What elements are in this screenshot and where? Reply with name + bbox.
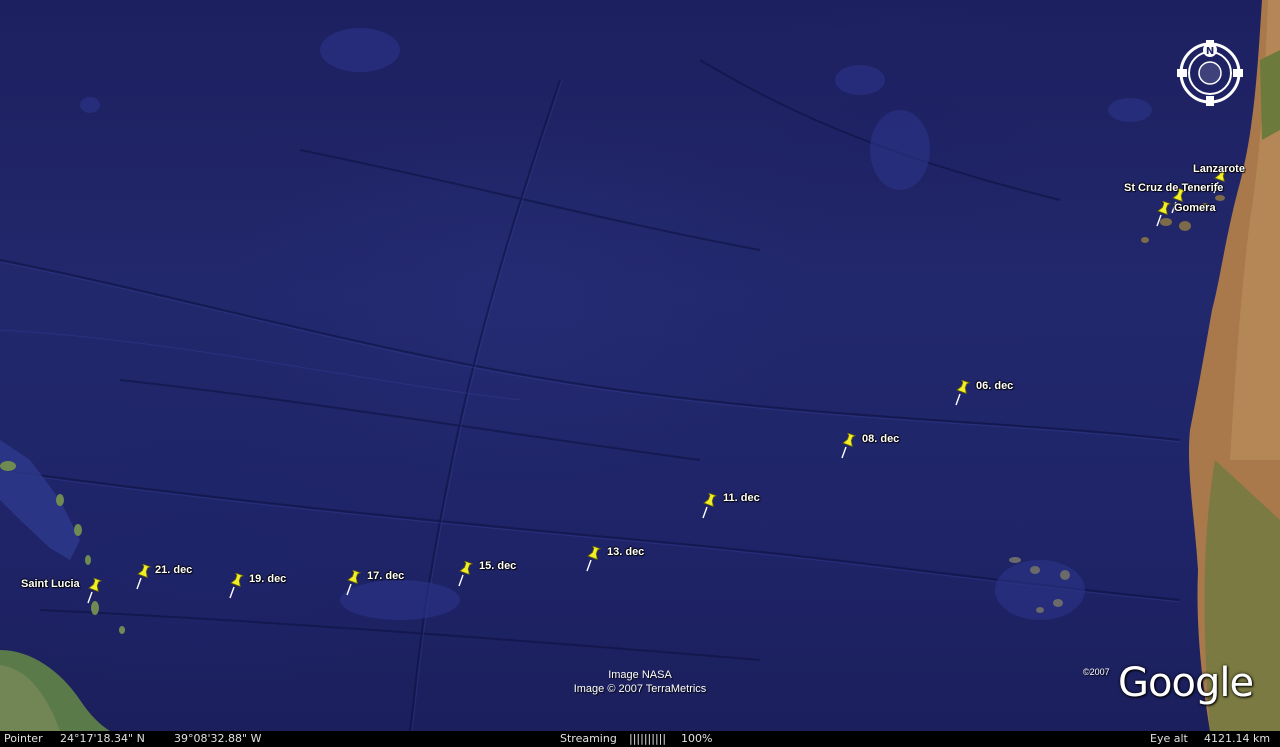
pushpin-icon[interactable] (457, 560, 477, 587)
credit-line-2: Image © 2007 TerraMetrics (573, 683, 707, 695)
ocean-floor (0, 0, 1280, 731)
image-credits: Image NASA Image © 2007 TerraMetrics (540, 668, 740, 696)
eye-alt-label: Eye alt (1150, 732, 1188, 745)
logo-copyright: ©2007 (1083, 667, 1110, 677)
eye-alt-value: 4121.14 km (1204, 732, 1271, 745)
streaming-label: Streaming (560, 732, 617, 745)
pointer-longitude: 39°08'32.88" W (174, 732, 262, 745)
google-logo: Google (1118, 660, 1254, 706)
pushpin-icon[interactable] (585, 545, 605, 572)
compass-control[interactable]: N (1175, 40, 1245, 106)
pointer-label: Pointer (4, 732, 43, 745)
pushpin-icon[interactable] (86, 577, 106, 604)
placemark-label[interactable]: 13. dec (607, 546, 644, 558)
placemark-label[interactable]: 15. dec (479, 560, 516, 572)
placemark-label[interactable]: 08. dec (862, 433, 899, 445)
placemark-label[interactable]: St Cruz de Tenerife (1124, 182, 1223, 194)
status-bar: Pointer 24°17'18.34" N 39°08'32.88" W St… (0, 731, 1280, 747)
pushpin-icon[interactable] (840, 432, 860, 459)
pushpin-icon[interactable] (954, 379, 974, 406)
pushpin-icon[interactable] (345, 569, 365, 596)
placemark-label[interactable]: 21. dec (155, 564, 192, 576)
placemark-label[interactable]: 19. dec (249, 573, 286, 585)
placemark-label[interactable]: Lanzarote (1193, 163, 1245, 175)
pushpin-icon[interactable] (135, 563, 155, 590)
placemark-label[interactable]: Gomera (1174, 202, 1216, 214)
placemark-label[interactable]: 06. dec (976, 380, 1013, 392)
pointer-latitude: 24°17'18.34" N (60, 732, 145, 745)
map-viewport[interactable]: Lanzarote St Cruz de Tenerife Gomera 06. de… (0, 0, 1280, 747)
map-canvas[interactable]: Lanzarote St Cruz de Tenerife Gomera 06. de… (0, 0, 1280, 731)
pushpin-icon[interactable] (701, 492, 721, 519)
placemark-label[interactable]: 17. dec (367, 570, 404, 582)
pushpin-icon[interactable] (1155, 200, 1175, 227)
credit-line-1: Image NASA (608, 669, 672, 681)
compass-north-label: N (1206, 46, 1214, 57)
placemark-label[interactable]: 11. dec (723, 492, 760, 504)
streaming-bar: |||||||||| (629, 732, 667, 745)
streaming-percent: 100% (681, 732, 713, 745)
placemark-label[interactable]: Saint Lucia (21, 578, 80, 590)
pushpin-icon[interactable] (228, 572, 248, 599)
